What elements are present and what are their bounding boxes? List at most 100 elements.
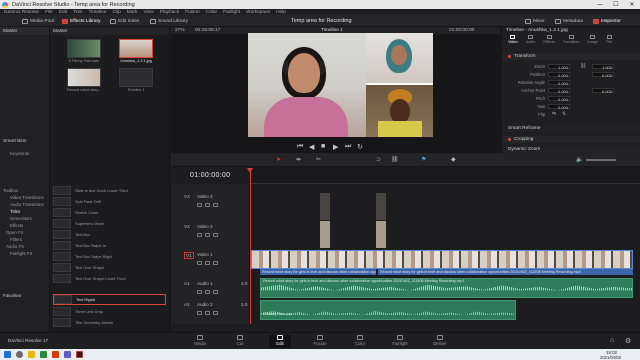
menu-edit[interactable]: Edit xyxy=(59,10,67,15)
solo-icon[interactable] xyxy=(205,290,210,294)
stop-icon[interactable]: ■ xyxy=(321,143,325,150)
settings-icon[interactable]: ⚙ xyxy=(625,337,631,345)
menu-resolve[interactable]: DaVinci Resolve xyxy=(4,10,39,15)
prop-value-field[interactable]: 0.000 xyxy=(548,79,570,86)
effect-item[interactable]: Stretch Zoom xyxy=(53,207,166,218)
page-edit[interactable]: Edit xyxy=(269,335,291,348)
menu-trim[interactable]: Trim xyxy=(73,10,82,15)
menu-view[interactable]: View xyxy=(143,10,153,15)
lock-icon[interactable] xyxy=(197,203,202,207)
play-icon[interactable]: ▶ xyxy=(333,143,338,151)
menu-file[interactable]: File xyxy=(45,10,53,15)
smart-reframe-section[interactable]: Smart Reframe xyxy=(502,125,640,132)
close-button[interactable]: ✕ xyxy=(624,0,640,9)
lock-icon[interactable] xyxy=(197,290,202,294)
tree-open-fx[interactable]: Open FX xyxy=(6,230,24,235)
menu-fairlight[interactable]: Fairlight xyxy=(223,10,240,15)
mixer-button[interactable]: Mixer xyxy=(525,17,545,25)
prop-x-field[interactable]: 0.000 xyxy=(548,87,570,94)
minimize-button[interactable]: — xyxy=(592,0,608,9)
effect-item[interactable]: Slide in and Scroll Lower Third xyxy=(53,185,166,196)
effect-item[interactable]: Three Line Drop xyxy=(53,306,166,317)
audio-icon[interactable]: 🔈 xyxy=(576,156,583,163)
menu-help[interactable]: Help xyxy=(276,10,286,15)
linked-selection-icon[interactable]: ⛓ xyxy=(391,156,399,163)
track-enable-icon[interactable] xyxy=(213,233,218,237)
zoom-slider[interactable] xyxy=(586,159,616,161)
tab-video[interactable]: Video xyxy=(508,35,518,47)
lock-icon[interactable] xyxy=(197,233,202,237)
link-icon[interactable]: ⛓ xyxy=(580,63,586,69)
flag-icon[interactable]: ⚑ xyxy=(421,156,426,163)
inspector-button[interactable]: Inspector xyxy=(593,17,621,25)
tab-audio[interactable]: Audio xyxy=(526,35,535,47)
loop-icon[interactable]: ↻ xyxy=(357,143,363,151)
menu-workspace[interactable]: Workspace xyxy=(246,10,270,15)
effect-item[interactable]: Text Over Shape Lower Third xyxy=(53,273,166,284)
tree-video-transitions[interactable]: Video Transitions xyxy=(10,195,44,200)
reverse-icon[interactable]: ◀ xyxy=(309,143,314,151)
media-clip[interactable]: Record robot story.... xyxy=(67,68,102,92)
menu-timeline[interactable]: Timeline xyxy=(89,10,107,15)
prop-x-field[interactable]: 1.000 xyxy=(548,63,570,70)
v2-clip[interactable] xyxy=(376,221,386,248)
playhead[interactable] xyxy=(250,168,251,324)
tree-audio-fx[interactable]: Audio FX xyxy=(6,244,24,249)
smart-bin-keywords[interactable]: Keywords xyxy=(10,151,29,156)
selection-tool-icon[interactable]: ➤ xyxy=(276,156,281,163)
skip-start-icon[interactable]: ⏮ xyxy=(297,143,303,151)
menu-color[interactable]: Color xyxy=(206,10,217,15)
auto-select-icon[interactable] xyxy=(205,233,210,237)
effects-library-button[interactable]: Effects Library xyxy=(62,17,101,25)
prop-value-field[interactable]: 0.000 xyxy=(548,103,570,110)
page-media[interactable]: Media xyxy=(189,335,211,348)
trim-tool-icon[interactable]: ⇹ xyxy=(296,156,301,163)
track-enable-icon[interactable] xyxy=(213,261,218,265)
sound-library-button[interactable]: Sound Library xyxy=(150,17,188,25)
effect-item[interactable]: Spin Fade Drift xyxy=(53,196,166,207)
flip-vertical-icon[interactable]: ⇅ xyxy=(562,111,566,117)
tab-effects[interactable]: Effects xyxy=(543,35,555,47)
menu-fusion[interactable]: Fusion xyxy=(185,10,199,15)
snapping-icon[interactable]: ⊃ xyxy=(376,156,381,163)
lock-icon[interactable] xyxy=(197,311,202,315)
effect-item[interactable]: Title Geometry Moves xyxy=(53,317,166,328)
start-icon[interactable] xyxy=(4,351,11,358)
media-pool-button[interactable]: Media Pool xyxy=(22,17,54,25)
solo-icon[interactable] xyxy=(205,311,210,315)
prop-y-field[interactable]: 0.000 xyxy=(592,87,614,94)
tree-generators[interactable]: Generators xyxy=(10,216,32,221)
marker-icon[interactable]: ◆ xyxy=(451,156,456,163)
home-icon[interactable]: ⌂ xyxy=(610,337,614,344)
mute-icon[interactable] xyxy=(213,311,218,315)
a2-audio-clip[interactable]: 5 Fanny Farn.wav xyxy=(260,300,516,320)
lock-icon[interactable] xyxy=(197,261,202,265)
blade-tool-icon[interactable]: ✂ xyxy=(316,156,321,163)
menu-mark[interactable]: Mark xyxy=(127,10,138,15)
tree-titles[interactable]: Titles xyxy=(10,209,20,214)
maximize-button[interactable]: ☐ xyxy=(608,0,624,9)
bin-master[interactable]: Master xyxy=(0,27,49,35)
effect-item[interactable]: Text Box xyxy=(53,229,166,240)
prop-x-field[interactable]: 0.000 xyxy=(548,71,570,78)
cropping-section[interactable]: Cropping xyxy=(502,136,640,143)
page-fairlight[interactable]: Fairlight xyxy=(389,335,411,348)
teams-icon[interactable] xyxy=(64,351,71,358)
page-fusion[interactable]: Fusion xyxy=(309,335,331,348)
prop-value-field[interactable]: 0.000 xyxy=(548,95,570,102)
file-explorer-icon[interactable] xyxy=(28,351,35,358)
resolve-taskbar-icon[interactable] xyxy=(76,351,83,358)
v1-video-clip[interactable] xyxy=(251,250,633,269)
auto-select-icon[interactable] xyxy=(205,203,210,207)
page-color[interactable]: Color xyxy=(349,335,371,348)
tree-filters[interactable]: Filters xyxy=(10,237,22,242)
excel-icon[interactable] xyxy=(40,351,47,358)
effect-item[interactable]: Superhero Move xyxy=(53,218,166,229)
track-enable-icon[interactable] xyxy=(213,203,218,207)
effect-item[interactable]: Text Box Swipe Right xyxy=(53,251,166,262)
menu-playback[interactable]: Playback xyxy=(160,10,179,15)
skip-end-icon[interactable]: ⏭ xyxy=(345,143,351,151)
prop-y-field[interactable]: 1.000 xyxy=(592,63,614,70)
zoom-level[interactable]: 27% xyxy=(175,28,185,33)
metadata-button[interactable]: Metadata xyxy=(555,17,583,25)
